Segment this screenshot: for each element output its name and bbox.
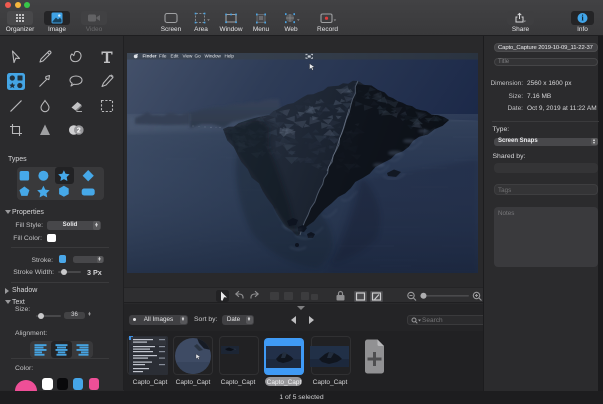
svg-text:File: File <box>159 54 167 59</box>
svg-text:Help: Help <box>225 54 235 59</box>
svg-text:Edit: Edit <box>171 54 180 59</box>
svg-text:Window: Window <box>205 54 222 59</box>
svg-text:Finder: Finder <box>143 54 157 59</box>
svg-text:2: 2 <box>76 128 80 135</box>
svg-text:Go: Go <box>195 54 202 59</box>
svg-text:View: View <box>183 54 194 59</box>
